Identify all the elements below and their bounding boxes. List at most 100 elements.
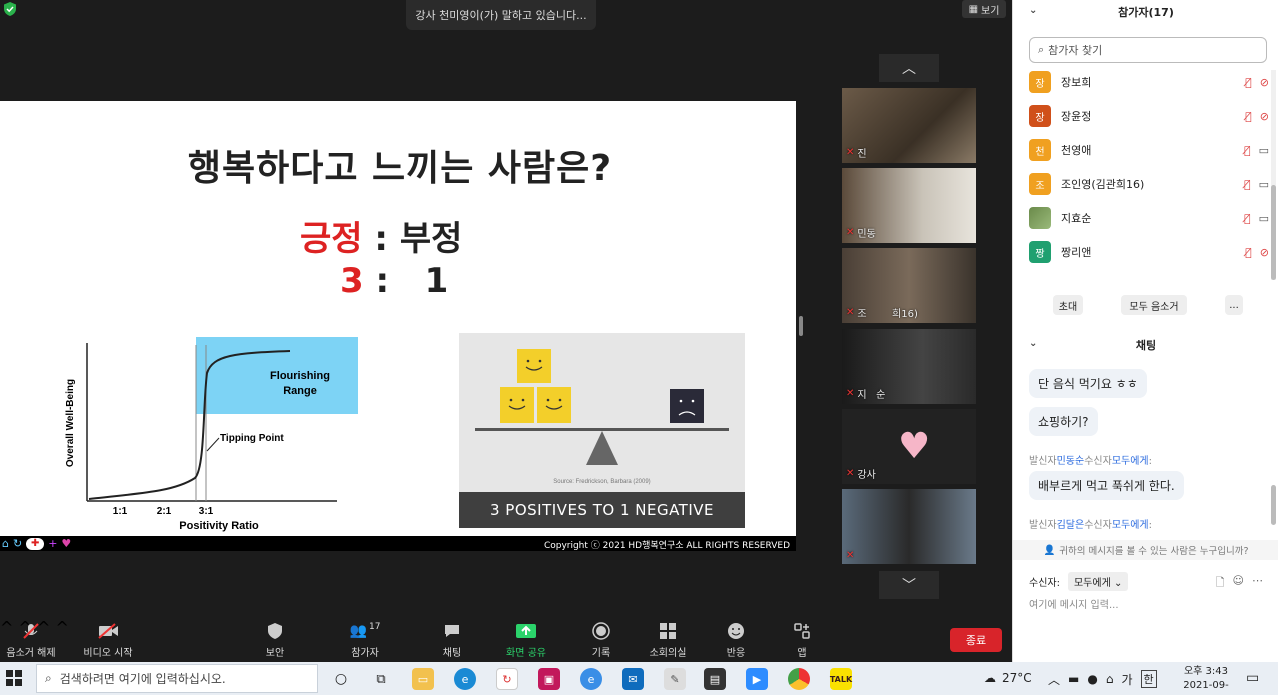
meeting-toolbar: 음소거 해제 ^ 비디오 시작 ^ 보안 👥 17 참가자 ^ 채팅 화면 공유…: [0, 618, 1012, 662]
cortana-icon[interactable]: ○: [330, 668, 352, 690]
view-button[interactable]: ▦ 보기: [962, 0, 1006, 18]
share-label: 화면 공유: [506, 648, 546, 659]
participants-button[interactable]: 👥 17 참가자: [340, 618, 390, 662]
video-icon[interactable]: ▭: [1259, 212, 1269, 225]
video-button[interactable]: 비디오 시작: [78, 618, 138, 662]
video-icon[interactable]: ▭: [1259, 178, 1269, 191]
breakout-rooms-button[interactable]: 소회의실: [644, 618, 692, 662]
avatar: 조: [1029, 173, 1051, 195]
notification-icon[interactable]: ▭: [1246, 670, 1259, 686]
participant-row[interactable]: 천 천영애 🎙̸ ▭: [1029, 136, 1269, 164]
video-icon[interactable]: ▭: [1259, 144, 1269, 157]
clock-time: 오후 3:43: [1183, 666, 1229, 677]
chat-message-input[interactable]: 여기에 메시지 입력...: [1029, 596, 1263, 612]
mic-muted-icon[interactable]: 🎙̸: [1244, 178, 1251, 191]
video-off-icon[interactable]: ⊘: [1260, 110, 1269, 123]
slide-title: 행복하다고 느끼는 사람은?: [187, 148, 613, 189]
mute-all-button[interactable]: 모두 음소거: [1121, 295, 1187, 315]
range-label: Range: [283, 385, 317, 397]
ime-mode-indicator[interactable]: 한: [1140, 670, 1157, 688]
apps-icon: [794, 623, 810, 639]
edge-icon[interactable]: e: [454, 668, 476, 690]
participant-row[interactable]: 짱 짱리앤 🎙̸ ⊘: [1029, 238, 1269, 266]
person-icon: 👤: [1043, 544, 1056, 556]
video-off-icon[interactable]: ⊘: [1260, 246, 1269, 259]
paint-icon[interactable]: ✎: [664, 668, 686, 690]
video-thumbnail[interactable]: ✕ 민동: [842, 168, 976, 243]
participant-row[interactable]: 지효순 🎙̸ ▭: [1029, 204, 1269, 232]
copyright-text: Copyright ⓒ 2021 HD행복연구소 ALL RIGHTS RESE…: [543, 541, 790, 551]
file-explorer-icon[interactable]: ▭: [412, 668, 434, 690]
chat-scrollbar-thumb[interactable]: [1271, 485, 1276, 525]
chevron-down-icon[interactable]: ⌄: [1029, 5, 1037, 16]
file-icon[interactable]: 🗋: [1216, 574, 1225, 593]
mute-button[interactable]: 음소거 해제: [2, 618, 60, 662]
end-meeting-button[interactable]: 종료: [950, 628, 1002, 652]
split-handle[interactable]: [799, 316, 803, 336]
app-icon[interactable]: ↻: [496, 668, 518, 690]
chevron-up-icon[interactable]: ︿: [1048, 671, 1060, 688]
video-thumbnail[interactable]: ✕: [842, 489, 976, 564]
thumbs-scroll-up-button[interactable]: ︿: [879, 54, 939, 82]
ratio-line-1: 긍정 : 부정: [300, 211, 462, 260]
chrome-icon[interactable]: [788, 668, 810, 690]
participant-name: 지효순: [1061, 212, 1092, 225]
task-view-icon[interactable]: ⧉: [370, 668, 392, 690]
ime-indicator[interactable]: 가: [1121, 671, 1132, 688]
recipient-select[interactable]: 모두에게 ⌄: [1067, 571, 1129, 591]
video-thumbnail[interactable]: ✕ 진: [842, 88, 976, 163]
participant-row[interactable]: 장 장윤정 🎙̸ ⊘: [1029, 102, 1269, 130]
video-off-icon[interactable]: ⊘: [1260, 76, 1269, 89]
system-clock[interactable]: 오후 3:43 2021-09-04: [1178, 665, 1234, 695]
thumbnail-name: ✕ 강사: [846, 468, 876, 481]
more-icon[interactable]: ⋯: [1252, 574, 1263, 593]
participant-row[interactable]: 장 장보희 🎙̸ ⊘: [1029, 68, 1269, 96]
participants-label: 참가자: [351, 648, 379, 659]
grid-icon: ▦: [968, 3, 979, 15]
more-options-button[interactable]: ...: [1225, 295, 1243, 315]
chat-button[interactable]: 채팅: [432, 618, 472, 662]
invite-button[interactable]: 초대: [1053, 295, 1083, 315]
battery-icon[interactable]: ▬: [1068, 672, 1079, 686]
share-screen-button[interactable]: 화면 공유: [500, 618, 552, 662]
record-button[interactable]: 기록: [582, 618, 620, 662]
mic-muted-icon: ✕: [846, 388, 855, 399]
ie-icon[interactable]: e: [580, 668, 602, 690]
participants-scrollbar-thumb[interactable]: [1271, 185, 1276, 280]
mic-muted-icon[interactable]: 🎙̸: [1244, 144, 1251, 157]
apps-button[interactable]: 앱: [786, 618, 818, 662]
reactions-button[interactable]: 반응: [716, 618, 756, 662]
chevron-down-icon[interactable]: ⌄: [1029, 338, 1037, 349]
participant-search-input[interactable]: ⌕ 참가자 찾기: [1029, 37, 1267, 63]
emoji-icon[interactable]: ☺: [1233, 574, 1244, 593]
windows-start-icon[interactable]: [6, 670, 22, 686]
video-thumbnail[interactable]: ♥ ✕ 강사: [842, 409, 976, 484]
video-thumbnail[interactable]: ✕ 지 순: [842, 329, 976, 404]
thumbs-scroll-down-button[interactable]: ﹀: [879, 571, 939, 599]
mic-muted-icon: ✕: [846, 468, 855, 479]
mic-muted-icon[interactable]: 🎙̸: [1245, 110, 1252, 123]
participants-panel-header[interactable]: ⌄ 참가자(17): [1013, 0, 1278, 24]
video-thumbnail[interactable]: ✕ 조 희16): [842, 248, 976, 323]
zoom-icon[interactable]: ▶: [746, 668, 768, 690]
participant-row[interactable]: 조 조인영(김관희16) 🎙̸ ▭: [1029, 170, 1269, 198]
store-icon[interactable]: ▤: [704, 668, 726, 690]
mic-muted-icon[interactable]: 🎙̸: [1244, 212, 1251, 225]
chat-tray-icon[interactable]: ●: [1087, 672, 1097, 686]
shield-check-icon[interactable]: [4, 2, 16, 16]
mic-muted-icon[interactable]: 🎙̸: [1245, 76, 1252, 89]
security-button[interactable]: 보안: [255, 618, 295, 662]
happy-cube-right: [537, 387, 571, 423]
kakaotalk-icon[interactable]: TALK: [830, 668, 852, 690]
chat-panel-header[interactable]: ⌄ 채팅: [1013, 333, 1278, 357]
shared-slide: 행복하다고 느끼는 사람은? 긍정 : 부정 3 : 1 Flourishing…: [0, 101, 796, 551]
slide-footer: ⌂ ↻ ✚ + ♥ Copyright ⓒ 2021 HD행복연구소 ALL R…: [0, 536, 796, 551]
mail-icon[interactable]: ✉: [622, 668, 644, 690]
chat-label: 채팅: [442, 648, 462, 659]
weather-widget[interactable]: ☁ 27°C: [984, 671, 1032, 685]
app-icon[interactable]: ▣: [538, 668, 560, 690]
mic-muted-icon[interactable]: 🎙̸: [1245, 246, 1252, 259]
chat-privacy-notice[interactable]: 👤 귀하의 메시지를 볼 수 있는 사람은 누구입니까?: [1013, 540, 1278, 560]
taskbar-search-input[interactable]: ⌕ 검색하려면 여기에 입력하십시오.: [36, 664, 318, 693]
network-icon[interactable]: ⌂: [1106, 672, 1114, 686]
